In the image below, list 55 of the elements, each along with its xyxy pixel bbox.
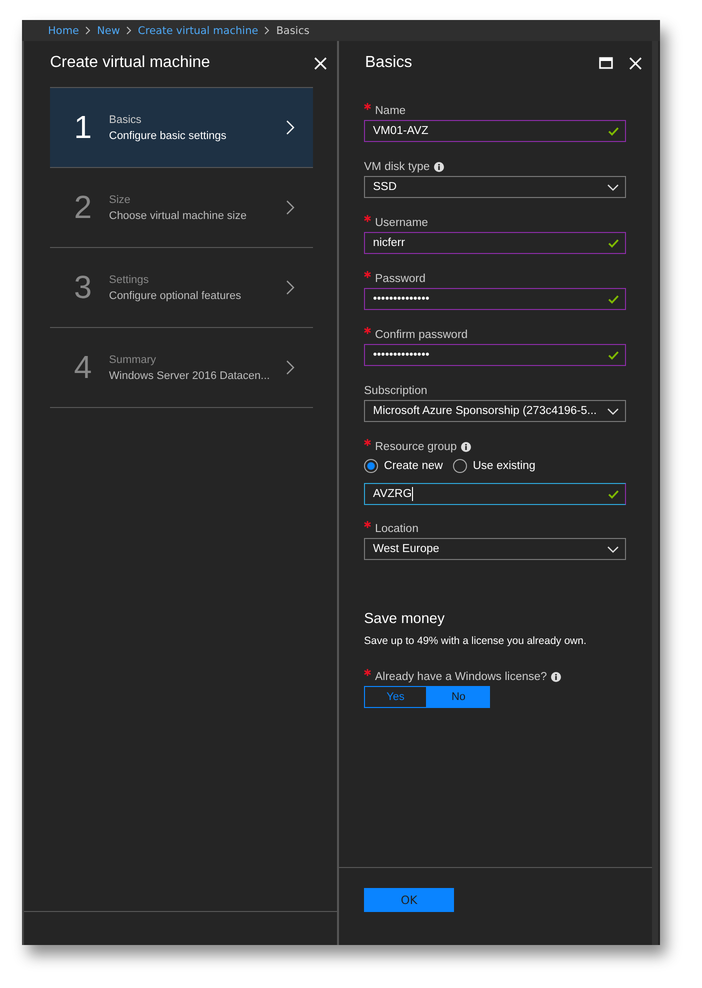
input-field[interactable]: •••••••••••••• <box>364 344 626 366</box>
section-title: Save money <box>364 611 446 627</box>
field-label: Password <box>375 272 426 284</box>
dropdown[interactable]: SSD <box>364 176 626 198</box>
section-text: Save up to 49% with a license you already own. <box>364 635 588 647</box>
chevron-right-icon <box>286 120 295 135</box>
chevron-icon <box>126 26 132 35</box>
info-icon[interactable] <box>434 162 444 172</box>
radio-button[interactable]: Use existing <box>452 459 536 473</box>
breadcrumb-link[interactable]: New <box>97 24 120 36</box>
field-label: Name <box>375 104 406 116</box>
close-icon[interactable] <box>629 56 642 70</box>
chevron-right-icon <box>286 280 295 295</box>
breadcrumb-link[interactable]: Home <box>48 24 80 36</box>
input-field[interactable]: VM01-AVZ <box>364 120 626 142</box>
ok-button[interactable]: OK <box>364 888 454 912</box>
breadcrumb-link[interactable]: Basics <box>276 24 310 36</box>
input-field[interactable]: •••••••••••••• <box>364 288 626 310</box>
wizard-step[interactable]: 3 Settings Configure optional features <box>50 248 313 328</box>
field-label: Username <box>375 216 428 228</box>
wizard-step[interactable]: 1 Basics Configure basic settings <box>50 87 313 168</box>
breadcrumb-link[interactable]: Create virtual machine <box>138 24 258 36</box>
toggle-option[interactable]: No <box>427 686 490 708</box>
wizard-step[interactable]: 4 Summary Windows Server 2016 Datacen... <box>50 328 313 408</box>
chevron-down-icon <box>607 184 619 190</box>
dropdown[interactable]: Microsoft Azure Sponsorship (273c4196-5... <box>364 400 626 422</box>
checkmark-icon <box>608 294 619 304</box>
chevron-down-icon <box>607 546 619 552</box>
dropdown[interactable]: West Europe <box>364 538 626 560</box>
chevron-down-icon <box>607 408 619 414</box>
field-label: Confirm password <box>375 328 468 340</box>
info-icon[interactable] <box>550 672 561 682</box>
blade-title: Create virtual machine <box>50 54 210 72</box>
chevron-icon <box>85 26 92 35</box>
field-label: Already have a Windows license? <box>375 670 547 682</box>
checkmark-icon <box>608 238 619 248</box>
radio-button[interactable]: Create new <box>364 459 443 473</box>
input-field[interactable]: AVZRG <box>364 483 626 505</box>
checkmark-icon <box>608 490 619 498</box>
info-icon[interactable] <box>460 442 471 452</box>
field-label: Subscription <box>364 384 428 396</box>
blade-title: Basics <box>365 54 412 72</box>
checkmark-icon <box>608 350 619 360</box>
chevron-right-icon <box>286 200 295 215</box>
close-icon[interactable] <box>314 56 327 70</box>
input-field[interactable]: nicferr <box>364 232 626 254</box>
field-label: Resource group <box>375 440 457 452</box>
maximize-icon[interactable] <box>599 57 613 69</box>
field-label: VM disk type <box>364 160 430 172</box>
chevron-icon <box>264 26 270 35</box>
chevron-right-icon <box>286 360 295 375</box>
wizard-step[interactable]: 2 Size Choose virtual machine size <box>50 168 313 248</box>
checkmark-icon <box>608 126 619 136</box>
field-label: Location <box>375 522 418 534</box>
toggle-option[interactable]: Yes <box>364 686 427 708</box>
